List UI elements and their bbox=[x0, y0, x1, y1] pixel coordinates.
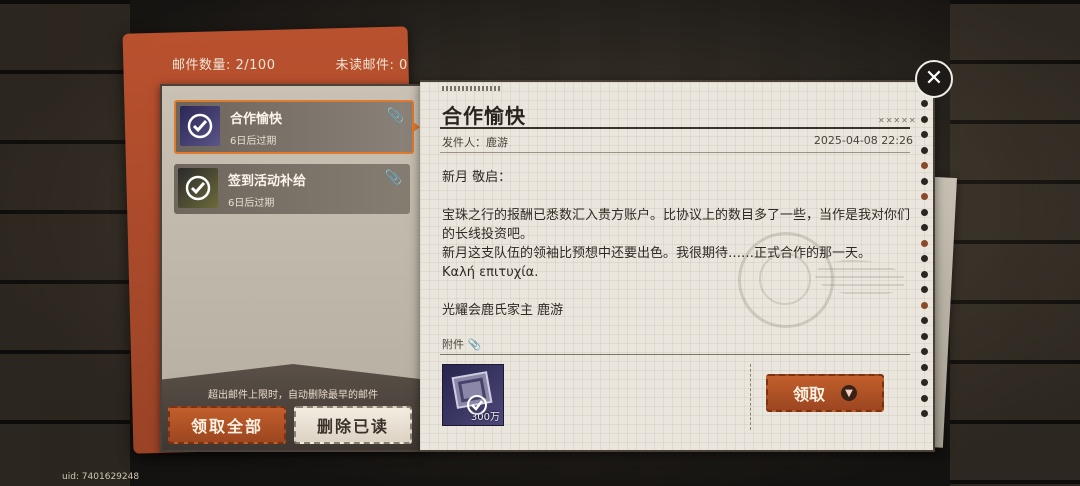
attachment-item[interactable]: 300万 bbox=[442, 364, 504, 426]
paperclip-icon: 📎 bbox=[467, 338, 482, 351]
claim-button-label: 领取 bbox=[792, 385, 825, 404]
down-arrow-icon: ▼ bbox=[841, 385, 857, 401]
letter-body: 新月 敬启： 宝珠之行的报酬已悉数汇入贵方账户。比协议上的数目多了一些，当作是我… bbox=[442, 168, 912, 320]
paperclip-icon: 📎 bbox=[384, 170, 402, 186]
claim-button[interactable]: 领取 ▼ bbox=[766, 374, 884, 412]
letter-line: 宝珠之行的报酬已悉数汇入贵方账户。比协议上的数目多了一些，当作是我对你们的长线投… bbox=[442, 208, 911, 242]
mail-item-title: 签到活动补给 bbox=[228, 174, 307, 189]
paperclip-icon: 📎 bbox=[386, 108, 404, 124]
check-icon bbox=[187, 113, 213, 139]
mail-item-title: 合作愉快 bbox=[230, 112, 283, 127]
unread-count: 未读邮件: 0 bbox=[335, 58, 408, 73]
attachment-separator bbox=[750, 364, 751, 430]
x-marks-decoration: ✕✕✕✕✕ bbox=[878, 116, 917, 125]
mail-list-panel: 合作愉快 6日后过期 📎 签到活动补给 6日后过期 📎 超出邮件上限时，自动删除… bbox=[160, 84, 424, 452]
background-shelf-right bbox=[950, 0, 1080, 486]
letter-title: 合作愉快 bbox=[442, 104, 526, 128]
user-id: uid: 7401629248 bbox=[62, 472, 140, 482]
check-icon bbox=[185, 175, 211, 201]
letter-line bbox=[442, 187, 912, 206]
letter-panel: 合作愉快 ✕✕✕✕✕ 发件人：鹿游 2025-04-08 22:26 新月 敬启… bbox=[420, 80, 935, 452]
mail-item-expiry: 6日后过期 bbox=[230, 136, 277, 147]
attachment-label: 附件 📎 bbox=[442, 338, 482, 351]
letter-line: 光耀会鹿氏家主 鹿游 bbox=[442, 303, 564, 318]
letter-line bbox=[442, 282, 912, 301]
header-divider bbox=[440, 152, 910, 153]
mail-list-item[interactable]: 签到活动补给 6日后过期 📎 bbox=[174, 164, 410, 214]
selected-arrow-icon bbox=[412, 121, 420, 133]
mail-list-footer: 超出邮件上限时，自动删除最早的邮件 领取全部 删除已读 bbox=[162, 364, 424, 450]
mail-thumbnail bbox=[180, 106, 220, 146]
mail-item-expiry: 6日后过期 bbox=[228, 198, 275, 209]
close-icon[interactable]: ✕ bbox=[915, 60, 953, 98]
binding-holes bbox=[921, 100, 929, 426]
delete-read-button[interactable]: 删除已读 bbox=[294, 406, 412, 444]
letter-sender: 发件人：鹿游 bbox=[442, 136, 508, 149]
attachment-divider bbox=[440, 354, 910, 355]
claim-all-button[interactable]: 领取全部 bbox=[168, 406, 286, 444]
title-divider bbox=[440, 127, 910, 129]
mail-list-item[interactable]: 合作愉快 6日后过期 📎 bbox=[174, 100, 414, 154]
attachment-quantity: 300万 bbox=[470, 412, 500, 423]
background-shelf-left bbox=[0, 0, 130, 486]
letter-date: 2025-04-08 22:26 bbox=[813, 134, 913, 147]
letter-line: Καλή επιτυχία. bbox=[442, 265, 539, 280]
barcode-decoration bbox=[442, 86, 502, 91]
letter-line: 新月 敬启： bbox=[442, 170, 512, 185]
mail-count: 邮件数量: 2/100 bbox=[172, 58, 276, 73]
limit-note: 超出邮件上限时，自动删除最早的邮件 bbox=[208, 390, 378, 401]
mail-thumbnail bbox=[178, 168, 218, 208]
mail-stats: 邮件数量: 2/100 未读邮件: 0 bbox=[172, 54, 408, 73]
letter-line: 新月这支队伍的领袖比预想中还要出色。我很期待……正式合作的那一天。 bbox=[442, 246, 872, 261]
